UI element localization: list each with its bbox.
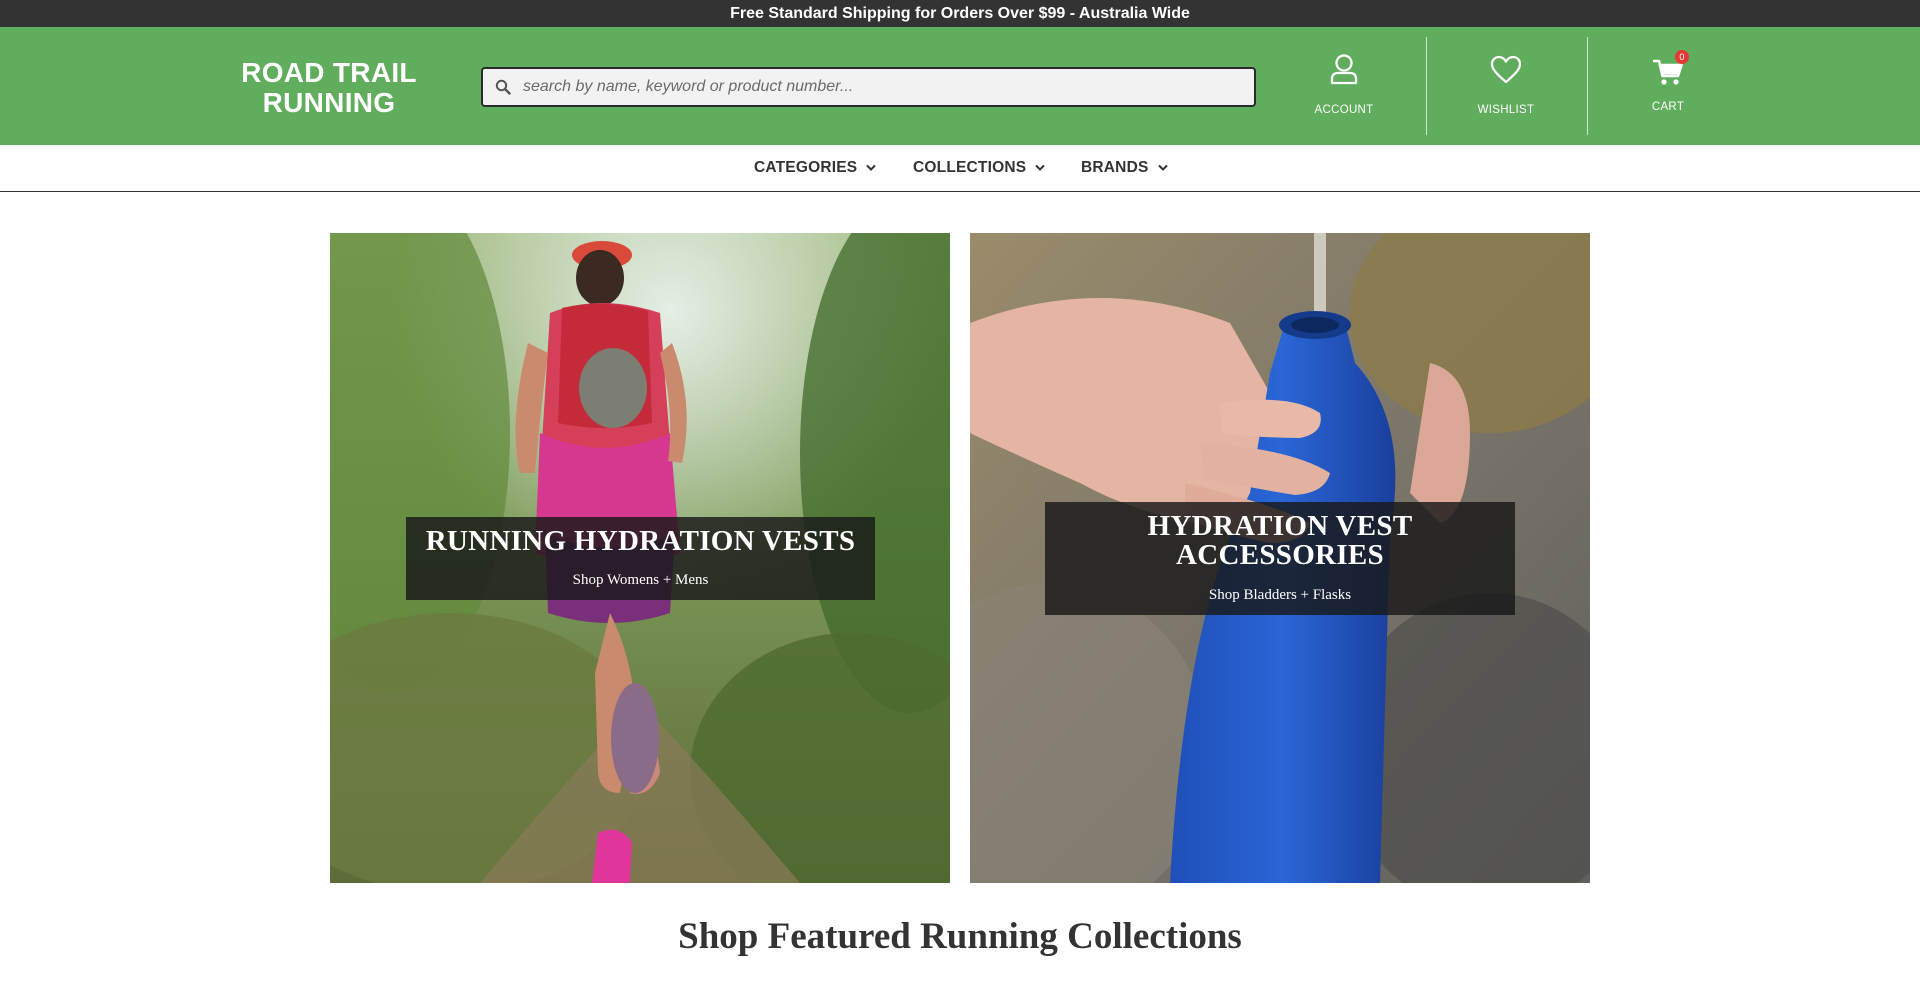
promo-title: RUNNING HYDRATION VESTS	[425, 525, 856, 557]
promo-title-line-1: HYDRATION VEST	[1147, 510, 1413, 542]
announcement-text: Free Standard Shipping for Orders Over $…	[730, 5, 1190, 22]
search-bar	[481, 67, 1256, 107]
site-header: ROAD TRAIL RUNNING ACCOUNT WISHLIST	[0, 27, 1920, 145]
account-link[interactable]: ACCOUNT	[1264, 37, 1424, 135]
wishlist-label: WISHLIST	[1477, 104, 1535, 116]
main-nav: CATEGORIES COLLECTIONS BRANDS	[0, 145, 1920, 192]
cart-count-badge: 0	[1675, 50, 1689, 64]
promo-card-vest-accessories[interactable]: HYDRATION VEST ACCESSORIES Shop Bladders…	[970, 233, 1590, 883]
promo-caption: HYDRATION VEST ACCESSORIES Shop Bladders…	[1045, 502, 1515, 615]
chevron-down-icon	[866, 145, 877, 191]
announcement-bar: Free Standard Shipping for Orders Over $…	[0, 0, 1920, 27]
nav-item-label: COLLECTIONS	[913, 159, 1027, 177]
account-label: ACCOUNT	[1314, 104, 1374, 116]
nav-item-collections[interactable]: COLLECTIONS	[913, 145, 1045, 191]
promo-subtitle: Shop Bladders + Flasks	[1208, 587, 1352, 603]
user-icon	[1329, 53, 1359, 88]
search-icon[interactable]	[483, 69, 523, 105]
logo-line-2: RUNNING	[262, 87, 396, 118]
nav-item-label: CATEGORIES	[754, 159, 858, 177]
heart-icon	[1490, 55, 1522, 88]
logo-line-1: ROAD TRAIL	[241, 57, 417, 88]
nav-item-label: BRANDS	[1081, 159, 1149, 177]
promo-card-hydration-vests[interactable]: RUNNING HYDRATION VESTS Shop Womens + Me…	[330, 233, 950, 883]
section-title: Shop Featured Running Collections	[678, 916, 1242, 957]
search-input[interactable]	[523, 69, 1254, 105]
cart-link[interactable]: 0 CART	[1588, 37, 1748, 135]
cart-label: CART	[1651, 101, 1685, 113]
promo-title-line-2: ACCESSORIES	[1176, 539, 1384, 571]
chevron-down-icon	[1157, 145, 1168, 191]
wishlist-link[interactable]: WISHLIST	[1426, 37, 1586, 135]
promo-subtitle: Shop Womens + Mens	[572, 572, 709, 588]
site-logo[interactable]: ROAD TRAIL RUNNING	[219, 58, 439, 118]
nav-item-brands[interactable]: BRANDS	[1081, 145, 1168, 191]
nav-item-categories[interactable]: CATEGORIES	[754, 145, 877, 191]
promo-caption: RUNNING HYDRATION VESTS Shop Womens + Me…	[406, 517, 875, 600]
chevron-down-icon	[1035, 145, 1045, 191]
